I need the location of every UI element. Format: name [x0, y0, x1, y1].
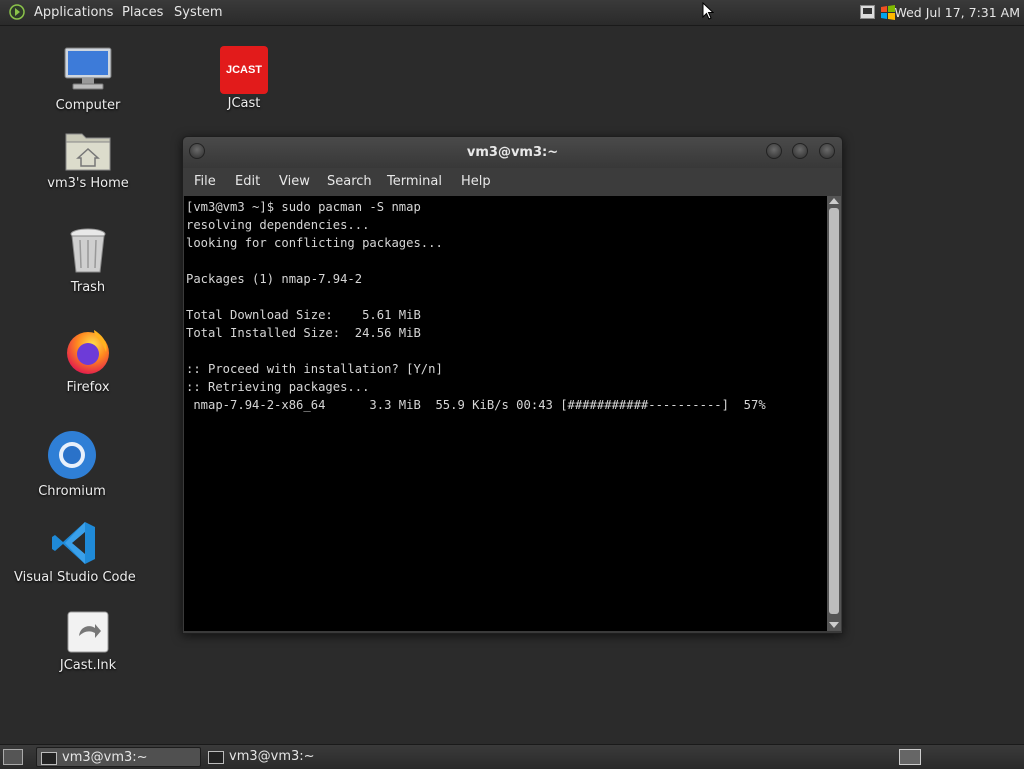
desktop-icon-trash[interactable]: Trash	[48, 226, 128, 295]
menu-view[interactable]: View	[279, 174, 310, 189]
places-menu[interactable]: Places	[122, 0, 163, 25]
desktop-icon-vscode[interactable]: Visual Studio Code	[14, 520, 136, 585]
terminal-line: [vm3@vm3 ~]$ sudo pacman -S nmap	[186, 200, 421, 214]
minimize-button[interactable]	[766, 143, 782, 159]
menu-help[interactable]: Help	[461, 174, 491, 189]
shortcut-icon	[67, 611, 109, 653]
clock[interactable]: Wed Jul 17, 7:31 AM	[894, 0, 1020, 25]
jcast-icon: JCAST	[220, 46, 268, 94]
terminal-line: Total Download Size: 5.61 MiB	[186, 308, 421, 322]
workspace-switcher[interactable]	[899, 749, 921, 765]
desktop-icon-computer[interactable]: Computer	[48, 44, 128, 113]
terminal-icon	[208, 751, 224, 764]
desktop-icon-jcast-lnk[interactable]: JCast.lnk	[48, 610, 128, 673]
terminal-scrollbar[interactable]	[827, 196, 841, 631]
window-title: vm3@vm3:~	[466, 145, 559, 160]
maximize-button[interactable]	[792, 143, 808, 159]
display-tray-icon[interactable]	[860, 5, 875, 19]
taskbar-item-terminal-1[interactable]: vm3@vm3:~	[36, 747, 201, 767]
desktop-icon-chromium[interactable]: Chromium	[32, 430, 112, 499]
terminal-menubar: File Edit View Search Terminal Help	[183, 168, 842, 196]
chromium-icon	[48, 431, 96, 479]
menu-search[interactable]: Search	[327, 174, 372, 189]
desktop-icon-jcast[interactable]: JCAST JCast	[204, 46, 284, 111]
close-button[interactable]	[819, 143, 835, 159]
terminal-window[interactable]: vm3@vm3:~ File Edit View Search Terminal…	[182, 136, 843, 634]
firefox-icon	[67, 330, 109, 374]
terminal-line: Packages (1) nmap-7.94-2	[186, 272, 363, 286]
window-titlebar[interactable]: vm3@vm3:~	[183, 137, 842, 168]
bottom-panel: vm3@vm3:~ vm3@vm3:~	[0, 744, 1024, 769]
taskbar-item-terminal-2[interactable]: vm3@vm3:~	[204, 747, 369, 767]
desktop-icon-firefox[interactable]: Firefox	[48, 326, 128, 395]
home-folder-icon	[65, 133, 111, 171]
computer-icon	[64, 47, 112, 90]
show-desktop-icon[interactable]	[3, 749, 23, 765]
mouse-cursor-icon	[702, 2, 714, 20]
vscode-icon	[52, 522, 95, 564]
system-menu[interactable]: System	[174, 0, 222, 25]
desktop-icon-home[interactable]: vm3's Home	[43, 128, 133, 191]
terminal-line: :: Proceed with installation? [Y/n]	[186, 362, 443, 376]
top-panel: Applications Places System Wed Jul 17, 7…	[0, 0, 1024, 26]
trash-icon	[70, 228, 106, 273]
terminal-line: Total Installed Size: 24.56 MiB	[186, 326, 421, 340]
terminal-icon	[41, 752, 57, 765]
menu-terminal[interactable]: Terminal	[387, 174, 442, 189]
menu-edit[interactable]: Edit	[235, 174, 260, 189]
scroll-down-arrow-icon[interactable]	[829, 622, 839, 628]
applications-menu[interactable]: Applications	[34, 0, 113, 25]
menu-file[interactable]: File	[194, 174, 216, 189]
terminal-line: nmap-7.94-2-x86_64 3.3 MiB 55.9 KiB/s 00…	[186, 398, 766, 412]
terminal-line: :: Retrieving packages...	[186, 380, 370, 394]
scroll-up-arrow-icon[interactable]	[829, 198, 839, 204]
terminal-line: looking for conflicting packages...	[186, 236, 443, 250]
terminal-line: resolving dependencies...	[186, 218, 370, 232]
terminal-output[interactable]: [vm3@vm3 ~]$ sudo pacman -S nmap resolvi…	[184, 196, 827, 631]
applications-logo-icon[interactable]	[9, 4, 25, 20]
scroll-thumb[interactable]	[829, 208, 839, 614]
